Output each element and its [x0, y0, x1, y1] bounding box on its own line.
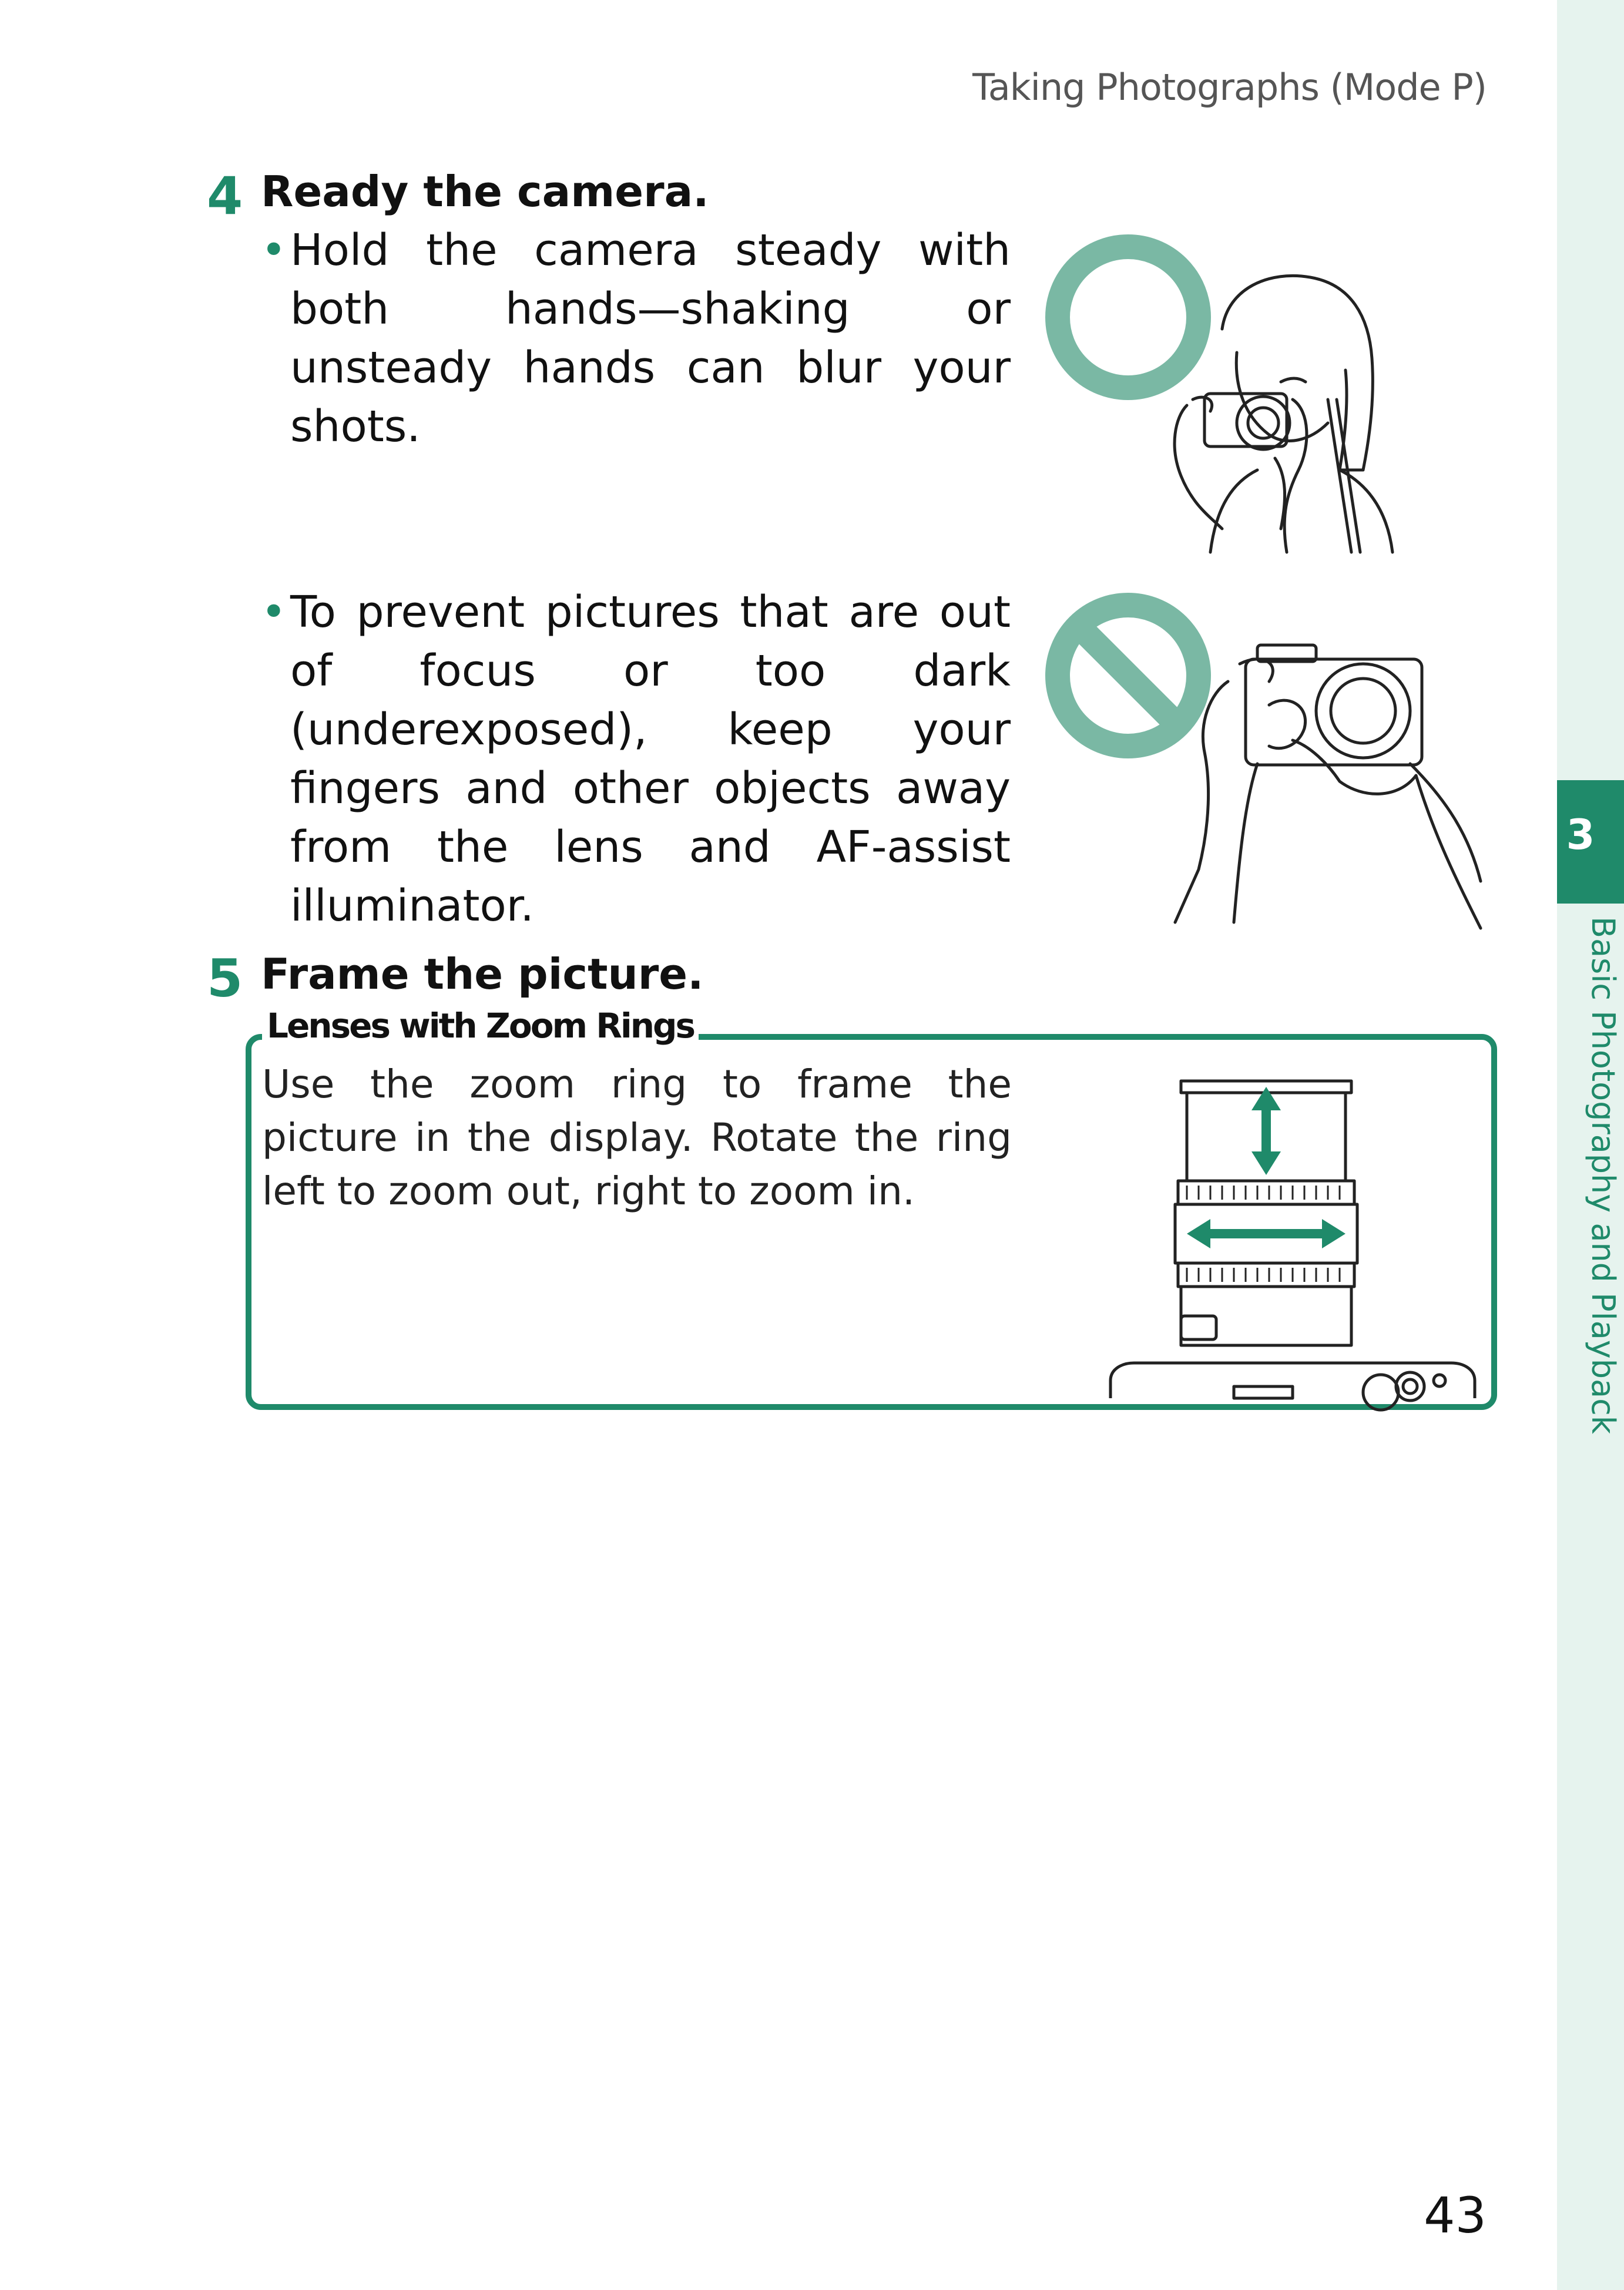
bullet-dot-icon: •: [261, 587, 287, 637]
step-number-4: 4: [207, 166, 243, 226]
finger-over-lens-illustration: [1045, 593, 1482, 930]
page-number: 43: [1424, 2187, 1487, 2244]
step-number-5: 5: [207, 948, 243, 1009]
bullet-text: Hold the camera steady with both hands—s…: [290, 225, 1011, 452]
note-title: Lenses with Zoom Rings: [262, 1006, 699, 1046]
chapter-title: Basic Photography and Playback: [1534, 916, 1624, 1445]
bullet-hold-steady: • Hold the camera steady with both hands…: [261, 221, 1011, 456]
prohibited-icon: [1045, 593, 1211, 758]
bullet-dot-icon: •: [261, 225, 287, 276]
note-body: Use the zoom ring to frame the picture i…: [262, 1062, 1012, 1214]
chapter-number: 3: [1566, 811, 1595, 859]
step-title-4: Ready the camera.: [261, 167, 709, 216]
correct-circle-icon: [1045, 234, 1211, 400]
running-header: Taking Photographs (Mode P): [972, 66, 1487, 109]
bullet-text: To prevent pictures that are out of focu…: [290, 587, 1011, 931]
zoom-direction-arrows: [1187, 1087, 1345, 1248]
holding-camera-illustration: [1045, 234, 1394, 554]
zoom-ring-illustration: [1109, 1079, 1477, 1412]
bullet-keep-fingers-away: • To prevent pictures that are out of fo…: [261, 583, 1011, 935]
step-title-5: Frame the picture.: [261, 949, 704, 999]
chapter-title-text: Basic Photography and Playback: [1585, 916, 1622, 1435]
